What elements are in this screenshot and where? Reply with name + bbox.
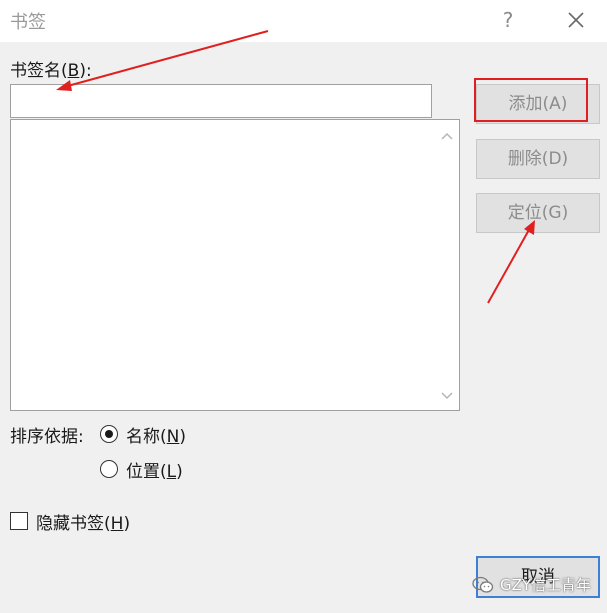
delete-button[interactable]: 删除(D) <box>476 139 600 179</box>
bookmark-list[interactable] <box>10 119 460 411</box>
close-button[interactable] <box>562 6 590 34</box>
watermark: GZY信工青年 <box>472 574 591 595</box>
option-label: 名称(N) <box>126 422 186 447</box>
bookmark-dialog: 书签 ? 书签名(B): 添加(A) 删除(D) 定位(G) 排序依据: 名称(… <box>0 0 607 613</box>
label-text: ) <box>123 513 131 534</box>
accelerator-key: H <box>110 513 124 534</box>
radio-button[interactable] <box>100 425 118 443</box>
bookmark-name-label: 书签名(B): <box>10 56 92 81</box>
checkbox[interactable] <box>10 512 28 530</box>
option-label: 位置(L) <box>126 457 183 482</box>
add-button[interactable]: 添加(A) <box>476 84 600 124</box>
label-text: 书签名( <box>10 61 68 81</box>
label-text: ): <box>79 61 92 81</box>
label-text: ) <box>176 461 183 482</box>
dialog-title: 书签 <box>10 12 46 33</box>
help-button[interactable]: ? <box>496 6 520 34</box>
label-text: ) <box>179 426 186 447</box>
radio-button[interactable] <box>100 460 118 478</box>
goto-button[interactable]: 定位(G) <box>476 193 600 233</box>
close-icon <box>568 12 584 28</box>
accelerator-key: L <box>166 461 177 482</box>
hidden-bookmarks-option[interactable]: 隐藏书签(H) <box>10 508 130 534</box>
sort-by-name-option[interactable]: 名称(N) <box>100 421 186 447</box>
option-label: 隐藏书签(H) <box>36 509 130 534</box>
scroll-down-icon[interactable] <box>439 388 455 404</box>
title-bar: 书签 ? <box>0 0 607 42</box>
wechat-icon <box>472 576 494 593</box>
label-text: 位置( <box>126 461 167 482</box>
accelerator-key: B <box>67 61 80 81</box>
accelerator-key: N <box>166 426 180 447</box>
sort-by-label: 排序依据: <box>10 427 84 447</box>
scroll-up-icon[interactable] <box>439 128 455 144</box>
bookmark-name-input[interactable] <box>10 84 432 118</box>
watermark-text: GZY信工青年 <box>500 576 592 594</box>
label-text: 隐藏书签( <box>36 513 111 534</box>
sort-by-position-option[interactable]: 位置(L) <box>100 456 183 482</box>
label-text: 名称( <box>126 426 167 447</box>
